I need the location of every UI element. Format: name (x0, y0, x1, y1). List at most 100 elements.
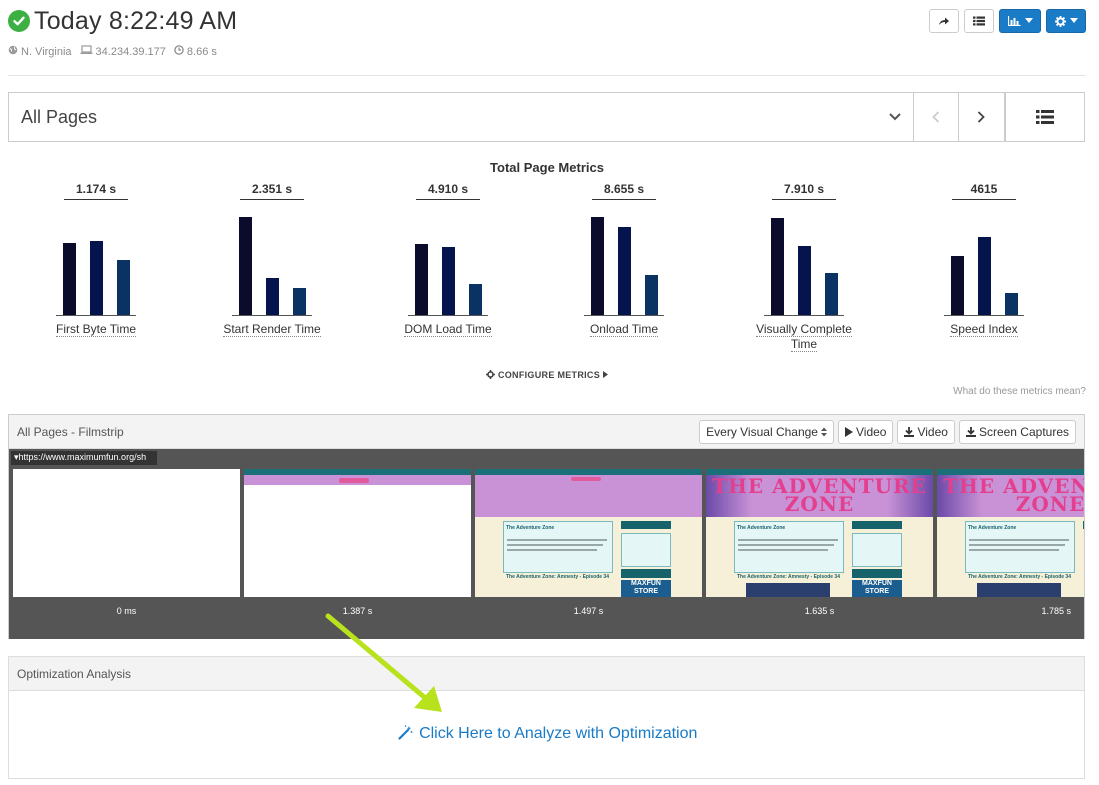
thumb-store-banner: MAXFUN STORE (852, 580, 902, 597)
thumb-episode: The Adventure Zone: Amnesty - Episode 34 (506, 574, 609, 580)
metric-speed-index: 4615 Speed Index (909, 182, 1059, 337)
metric-name[interactable]: DOM Load Time (373, 322, 523, 337)
what-metrics-mean-link[interactable]: What do these metrics mean? (953, 386, 1086, 397)
sort-icon (820, 427, 827, 436)
frame-time: 1.497 s (573, 606, 604, 616)
play-icon (844, 426, 853, 437)
filmstrip-body: ▾https://www.maximumfun.org/sh 0 ms 1.38… (9, 449, 1084, 639)
thumb-sidebar-button (621, 569, 671, 578)
screen-captures-button[interactable]: Screen Captures (958, 419, 1076, 444)
optimization-header: Optimization Analysis (9, 657, 1084, 691)
metric-bar (1005, 293, 1018, 315)
share-button[interactable] (929, 9, 959, 33)
previous-page-button[interactable] (913, 92, 959, 142)
metric-value-underline (416, 199, 480, 200)
frame-time: 1.785 s (1041, 606, 1071, 616)
analyze-optimization-link[interactable]: Click Here to Analyze with Optimization (9, 725, 1086, 743)
next-page-button[interactable] (958, 92, 1005, 142)
metric-bar (469, 284, 482, 315)
metric-value-underline (64, 199, 128, 200)
filmstrip-controls: Every Visual Change Video Video Screen C… (699, 419, 1076, 444)
metric-bar (442, 247, 455, 315)
thumb-text-line (738, 539, 838, 541)
test-header: Today 8:22:49 AM N. Virginia 34.234.39.1… (8, 6, 1086, 76)
metric-value-underline (592, 199, 656, 200)
title-row: Today 8:22:49 AM (8, 6, 1086, 36)
metric-value: 2.351 s (251, 182, 293, 196)
filmstrip-frame[interactable]: The Adventure Zone The Adventure Zone: A… (475, 469, 702, 597)
analyze-optimization-label: Click Here to Analyze with Optimization (419, 725, 698, 742)
ip-item: 34.234.39.177 (80, 45, 166, 58)
chevron-right-icon (977, 111, 985, 123)
thumb-banner (475, 475, 702, 517)
download-video-label: Video (917, 424, 948, 439)
test-title: Today 8:22:49 AM (34, 6, 238, 35)
filmstrip-frame[interactable] (244, 469, 471, 597)
metrics-title: Total Page Metrics (490, 160, 604, 175)
metric-start-render: 2.351 s Start Render Time (197, 182, 347, 337)
metric-name[interactable]: Visually Complete Time (749, 322, 859, 352)
settings-menu-button[interactable] (1046, 9, 1086, 33)
caret-right-icon (602, 371, 608, 378)
configure-metrics-label: CONFIGURE METRICS (497, 370, 601, 380)
thumb-text-line (738, 544, 834, 546)
thumb-episode: The Adventure Zone: Amnesty - Episode 34 (737, 574, 840, 580)
frame-interval-select[interactable]: Every Visual Change (699, 419, 834, 444)
thumb-store-banner: MAXFUN STORE (621, 580, 671, 597)
metric-bar (90, 241, 103, 315)
metric-bar (591, 217, 604, 315)
page-selector-label: All Pages (21, 106, 98, 127)
metric-bar (117, 260, 130, 315)
thumb-sidebar-header (621, 521, 671, 529)
download-video-button[interactable]: Video (897, 419, 955, 444)
metric-bars (56, 216, 136, 316)
caret-down-icon (1024, 18, 1033, 23)
gear-icon (486, 370, 496, 379)
metric-value: 4615 (970, 182, 998, 196)
thumb-banner-fragment (339, 478, 369, 483)
frame-time: 1.635 s (804, 606, 835, 616)
thumb-banner-fragment (571, 477, 601, 481)
list-icon (1036, 110, 1054, 124)
thumb-heading: The Adventure Zone (506, 525, 555, 531)
list-view-button[interactable] (964, 9, 994, 33)
metric-value-underline (240, 199, 304, 200)
filmstrip-frame[interactable]: THE ADVENTURE ZONE The Adventure Zone Th… (937, 469, 1084, 597)
metric-name[interactable]: Start Render Time (197, 322, 347, 337)
laptop-icon (80, 45, 93, 58)
metric-bar (415, 244, 428, 315)
duration-item: 8.66 s (174, 45, 217, 58)
thumb-text-line (507, 544, 603, 546)
filmstrip-frame[interactable] (13, 469, 240, 597)
metric-name[interactable]: First Byte Time (21, 322, 171, 337)
thumb-episode: The Adventure Zone: Amnesty - Episode 34 (968, 574, 1071, 580)
metric-bar (239, 217, 252, 315)
magic-wand-icon (398, 725, 413, 740)
thumb-sidebar-header (1083, 521, 1084, 529)
list-icon (973, 16, 985, 26)
filmstrip-url[interactable]: ▾https://www.maximumfun.org/sh (11, 451, 157, 465)
optimization-title: Optimization Analysis (17, 666, 132, 681)
page-list-button[interactable] (1005, 92, 1085, 142)
frame-time: 0 ms (116, 606, 137, 616)
metric-bar (645, 275, 658, 315)
configure-metrics-link[interactable]: CONFIGURE METRICS (0, 370, 1094, 380)
metric-name[interactable]: Speed Index (909, 322, 1059, 337)
metric-bars (408, 216, 488, 316)
thumb-banner-title: THE ADVENTURE ZONE (943, 474, 1084, 516)
metric-name[interactable]: Onload Time (549, 322, 699, 337)
filmstrip-frame[interactable]: THE ADVENTURE ZONE The Adventure Zone Th… (706, 469, 933, 597)
metric-value: 4.910 s (427, 182, 469, 196)
thumb-text-line (969, 544, 1065, 546)
page-selector[interactable]: All Pages (8, 92, 914, 142)
chart-icon (1007, 16, 1020, 26)
share-icon (939, 17, 949, 25)
chart-menu-button[interactable] (999, 9, 1041, 33)
metric-bar (825, 273, 838, 315)
test-meta: N. Virginia 34.234.39.177 8.66 s (8, 45, 1086, 58)
play-video-button[interactable]: Video (837, 419, 894, 444)
metric-bar (798, 246, 811, 315)
metric-onload: 8.655 s Onload Time (549, 182, 699, 337)
thumb-heading: The Adventure Zone (968, 525, 1017, 531)
optimization-panel: Optimization Analysis Click Here to Anal… (8, 656, 1085, 779)
